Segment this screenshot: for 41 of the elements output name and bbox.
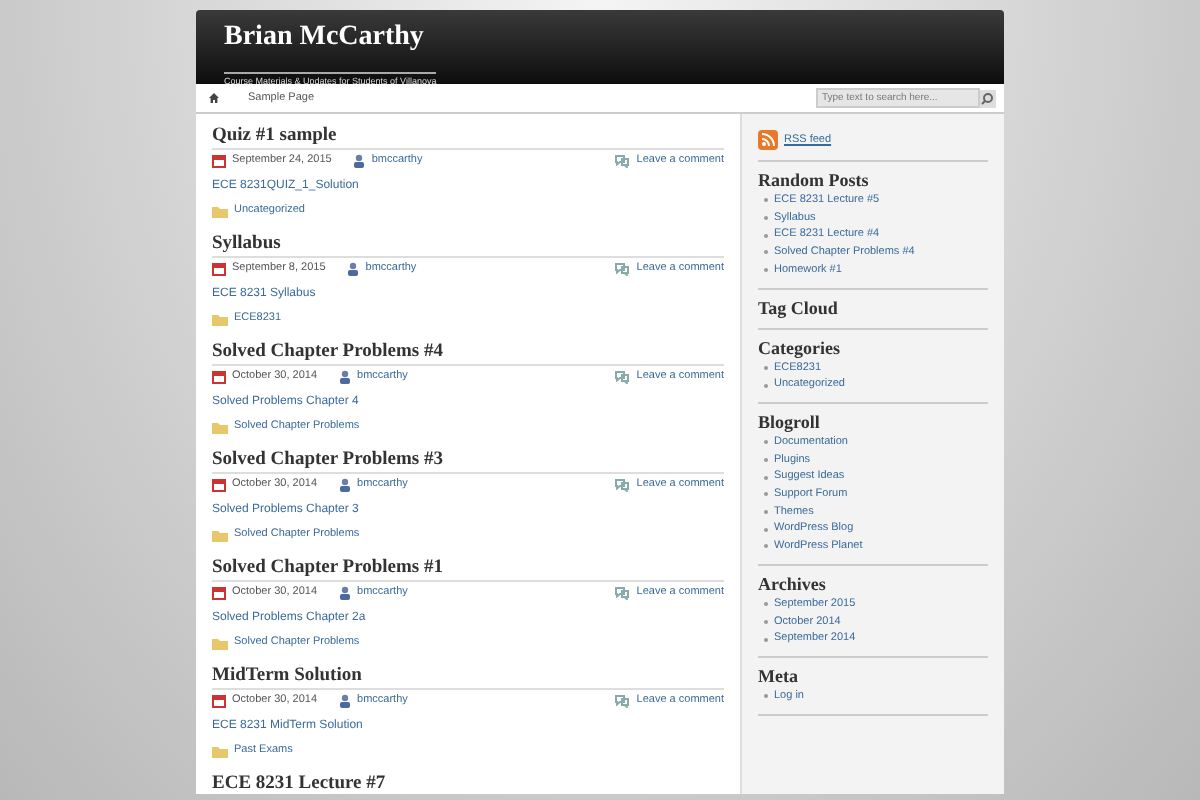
comment-icon <box>614 586 631 600</box>
comment-icon <box>614 478 631 492</box>
folder-icon <box>212 205 228 217</box>
rss-icon[interactable] <box>758 130 778 150</box>
comment-icon <box>614 154 631 168</box>
post-title[interactable]: ECE 8231 Lecture #7 <box>212 772 724 794</box>
post-title[interactable]: MidTerm Solution <box>212 664 724 690</box>
user-icon <box>337 586 352 600</box>
widget-title: Categories <box>758 337 842 360</box>
comment-icon <box>614 262 631 276</box>
widget-title: Meta <box>758 665 800 688</box>
user-icon <box>337 694 352 708</box>
user-icon <box>337 370 352 384</box>
user-icon <box>337 478 352 492</box>
post-title[interactable]: Quiz #1 sample <box>212 124 724 150</box>
folder-icon <box>212 745 228 757</box>
calendar-icon <box>212 262 226 276</box>
user-icon <box>345 262 360 276</box>
site-title[interactable]: Brian McCarthy <box>224 22 1004 52</box>
post-title[interactable]: Solved Chapter Problems #3 <box>212 448 724 474</box>
calendar-icon <box>212 154 226 168</box>
search-icon[interactable] <box>980 89 996 107</box>
user-icon <box>351 154 366 168</box>
home-icon[interactable] <box>208 92 220 104</box>
post-title[interactable]: Solved Chapter Problems #1 <box>212 556 724 582</box>
folder-icon <box>212 529 228 541</box>
widget-title: Random Posts <box>758 170 871 192</box>
folder-icon <box>212 637 228 649</box>
comment-icon <box>614 370 631 384</box>
comment-icon <box>614 694 631 708</box>
post-title[interactable]: Syllabus <box>212 232 724 258</box>
folder-icon <box>212 313 228 325</box>
calendar-icon <box>212 478 226 492</box>
widget-title: Tag Cloud <box>758 297 840 320</box>
folder-icon <box>212 421 228 433</box>
calendar-icon <box>212 694 226 708</box>
calendar-icon <box>212 370 226 384</box>
widget-title: Archives <box>758 573 828 596</box>
post-title[interactable]: Solved Chapter Problems #4 <box>212 340 724 366</box>
calendar-icon <box>212 586 226 600</box>
widget-title: Blogroll <box>758 411 822 434</box>
